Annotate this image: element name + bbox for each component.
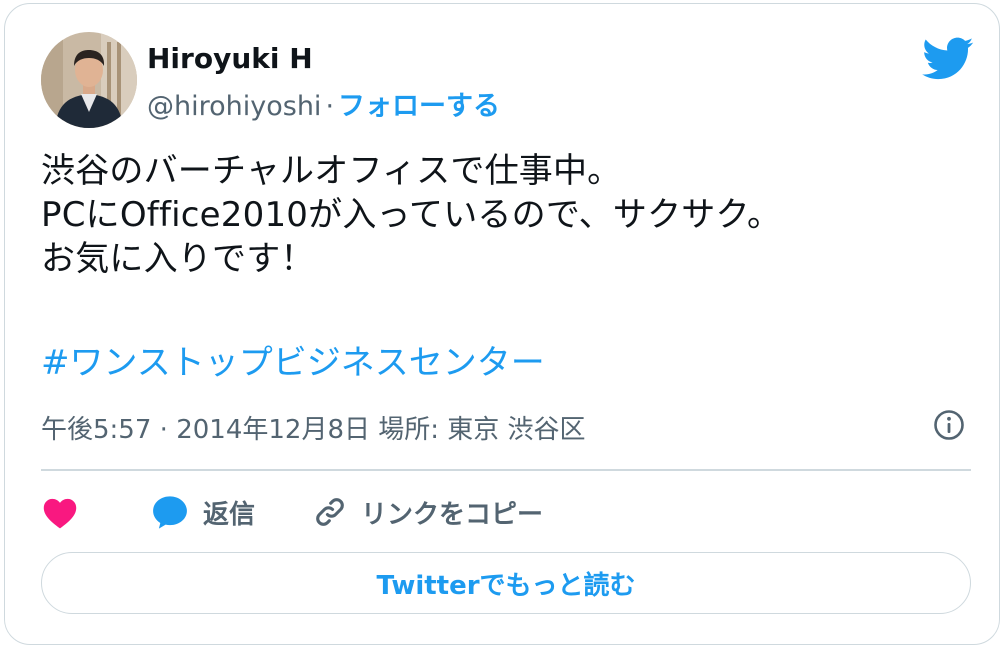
read-more-button[interactable]: Twitterでもっと読む [41,552,971,614]
location-label: 場所: [378,415,440,445]
tweet-time[interactable]: 午後5:57 [41,415,151,445]
tweet-text-line: お気に入りです！ [41,239,315,279]
avatar[interactable] [41,32,137,128]
divider [41,469,971,471]
tweet-embed-card: Hiroyuki H @hirohiyoshi · フォローする 渋谷のバーチャルオ… [4,3,1000,645]
reply-button[interactable]: 返信 [151,490,255,534]
tweet-date[interactable]: 2014年12月8日 [176,415,370,445]
tweet-text-line: PCにOffice2010が入っているので、サクサク。 [41,195,782,235]
reply-label: 返信 [203,499,256,530]
user-display-name[interactable]: Hiroyuki H [147,42,313,75]
reply-icon [153,496,187,529]
tweet-text: 渋谷のバーチャルオフィスで仕事中。 PCにOffice2010が入っているので、… [41,149,971,281]
copy-link-button[interactable]: リンクをコピー [313,490,543,534]
user-handle-row: @hirohiyoshi · フォローする [147,84,500,123]
heart-icon [43,498,77,529]
link-icon [316,498,344,526]
handle-separator: · [325,91,335,122]
like-button[interactable] [41,490,79,534]
meta-separator: · [159,415,168,445]
tweet-text-line: 渋谷のバーチャルオフィスで仕事中。 [41,151,622,191]
twitter-bird-icon[interactable] [922,37,974,81]
tweet-actions: 返信 リンクをコピー [41,490,971,534]
follow-link[interactable]: フォローする [338,91,500,122]
copy-link-label: リンクをコピー [361,499,544,530]
tweet-meta: 午後5:57 · 2014年12月8日 場所: 東京 渋谷区 [41,409,586,446]
hashtag-link[interactable]: #ワンストップビジネスセンター [41,341,545,385]
info-icon[interactable] [933,409,965,441]
tweet-location[interactable]: 東京 渋谷区 [447,415,585,445]
user-handle[interactable]: @hirohiyoshi [147,91,321,122]
